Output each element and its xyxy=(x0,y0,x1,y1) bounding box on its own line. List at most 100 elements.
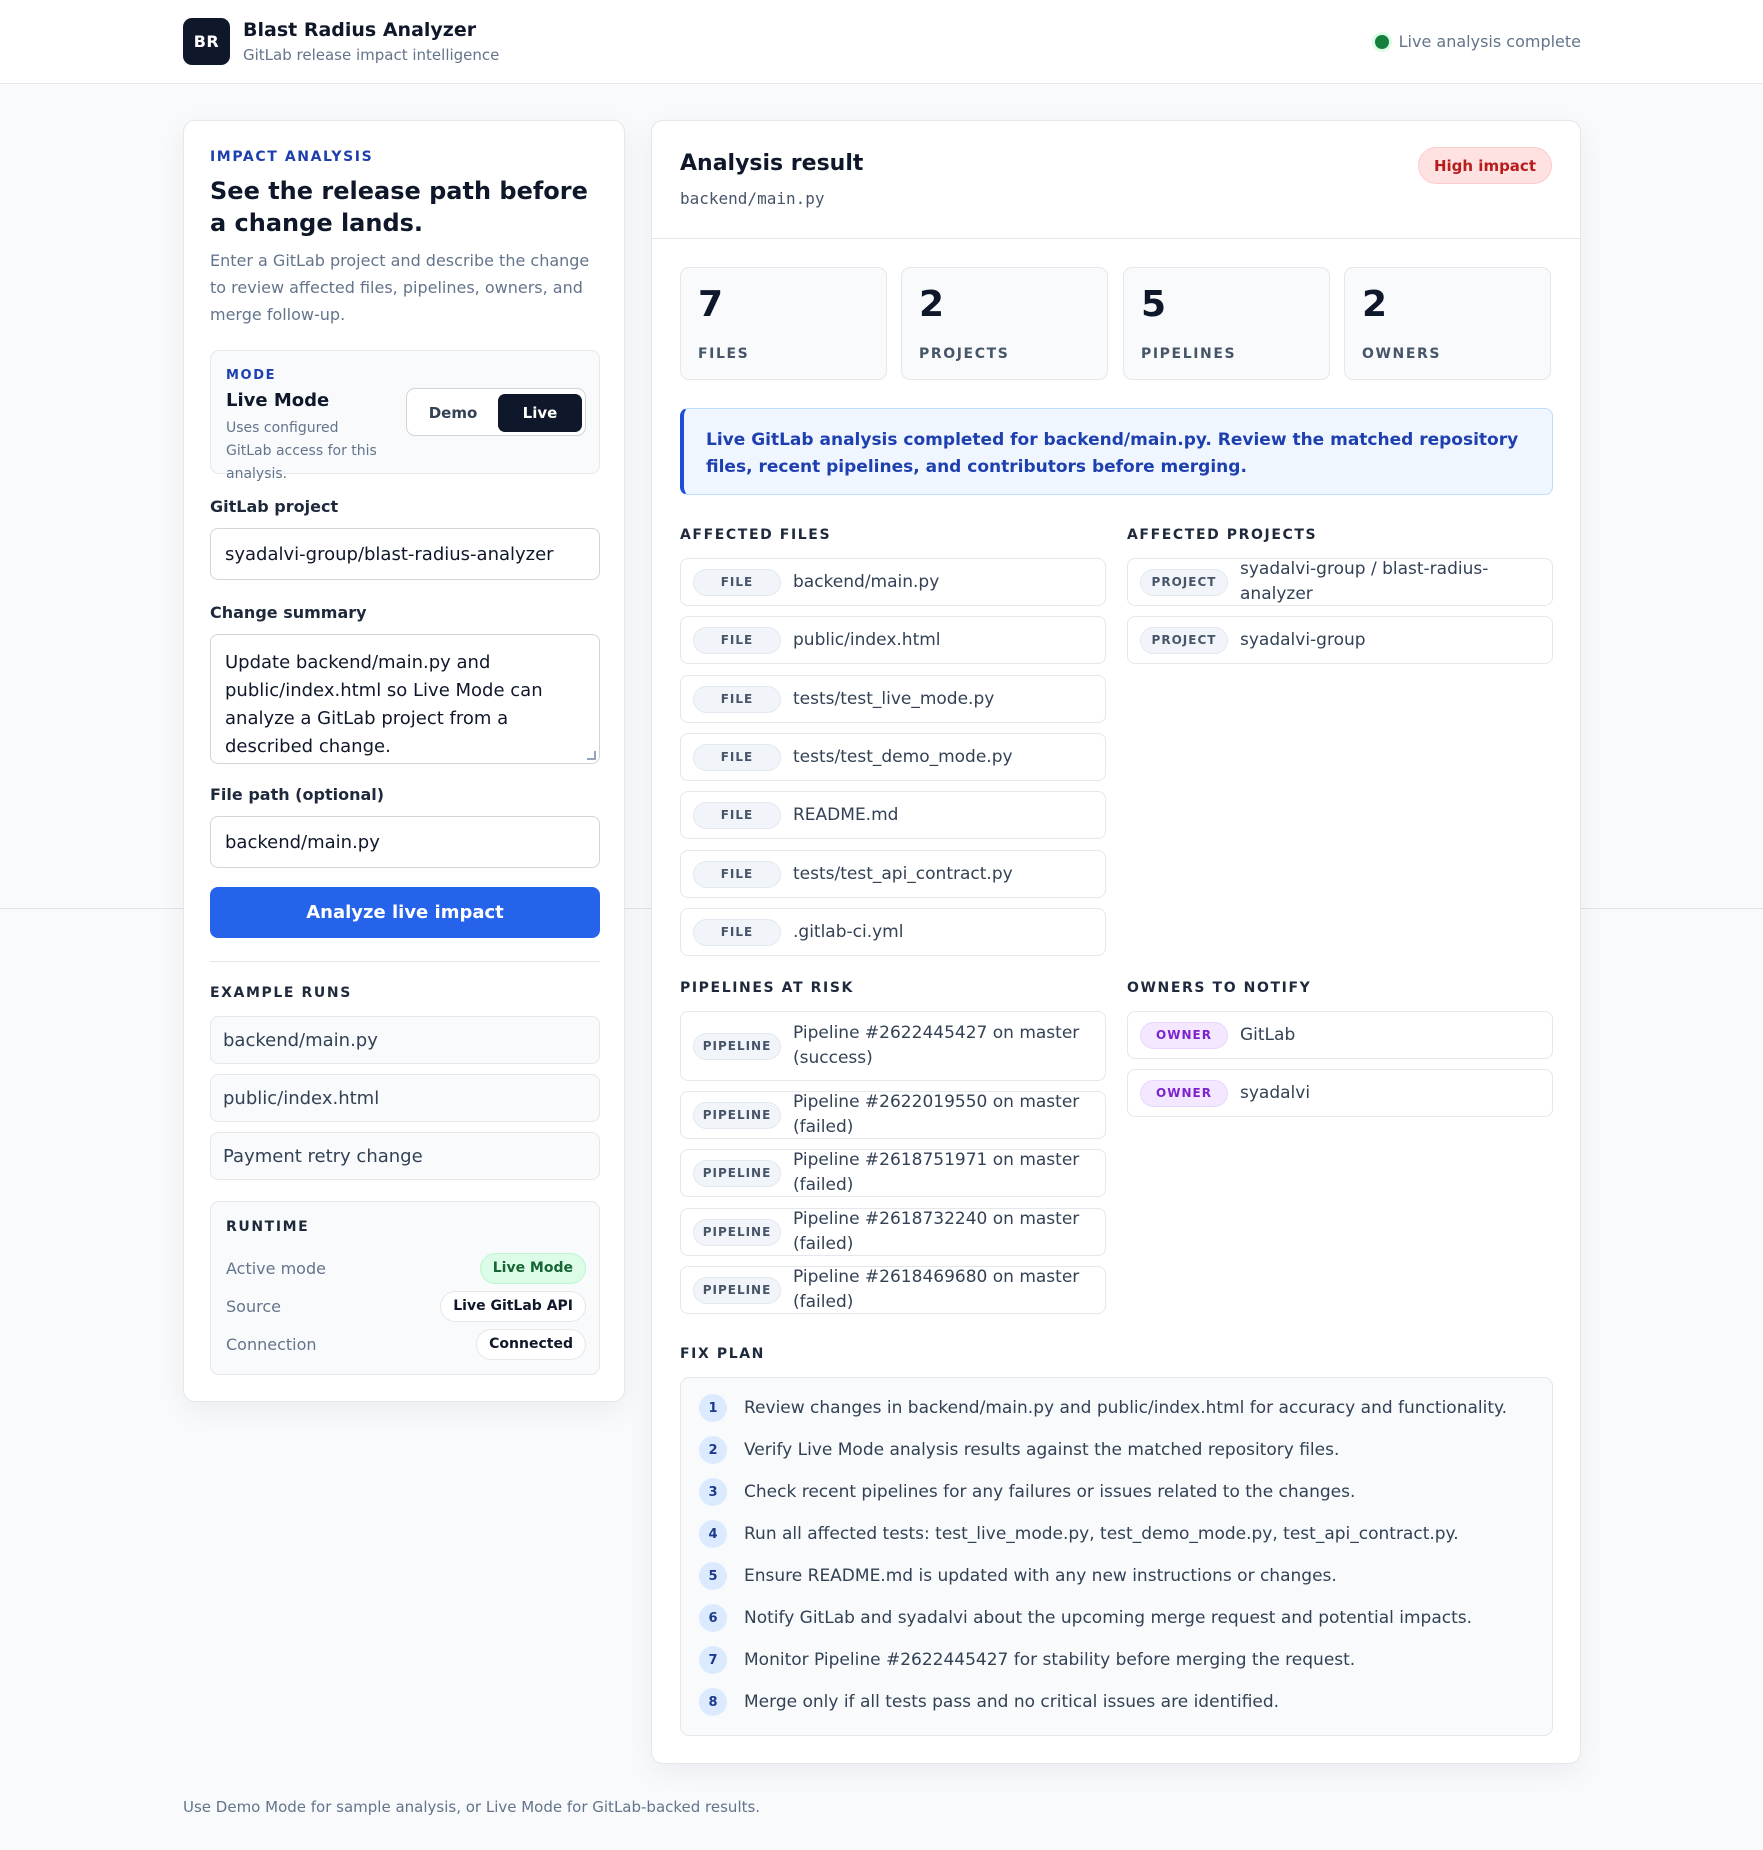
active-mode-badge: Live Mode xyxy=(479,1252,586,1284)
mode-card: MODE Live Mode Uses configured GitLab ac… xyxy=(210,350,600,482)
mode-toggle: Demo Live xyxy=(406,388,586,436)
file-name: README.md xyxy=(793,804,899,825)
affected-file-item: FILE tests/test_live_mode.py xyxy=(680,675,1106,723)
result-path: backend/main.py xyxy=(680,189,825,208)
file-name: backend/main.py xyxy=(793,571,940,592)
stat-files: 7 FILES xyxy=(680,267,887,380)
owner-name: GitLab xyxy=(1240,1024,1296,1045)
stat-value: 2 xyxy=(1362,284,1388,325)
project-tag: PROJECT xyxy=(1140,626,1228,654)
step-text: Run all affected tests: test_live_mode.p… xyxy=(744,1524,1459,1544)
example-run-button[interactable]: public/index.html xyxy=(210,1074,600,1122)
top-bar: BR Blast Radius Analyzer GitLab release … xyxy=(0,0,1763,84)
affected-file-item: FILE backend/main.py xyxy=(680,558,1106,606)
mode-name: Live Mode xyxy=(226,390,330,411)
step-number: 1 xyxy=(699,1394,727,1422)
affected-file-item: FILE README.md xyxy=(680,791,1106,839)
file-name: public/index.html xyxy=(793,629,941,650)
fix-plan-step: 7 Monitor Pipeline #2622445427 for stabi… xyxy=(699,1645,1539,1675)
project-tag: PROJECT xyxy=(1140,568,1228,596)
file-tag: FILE xyxy=(693,860,781,888)
pipeline-item: PIPELINE Pipeline #2622445427 on master … xyxy=(680,1011,1106,1081)
step-text: Verify Live Mode analysis results agains… xyxy=(744,1440,1340,1460)
file-tag: FILE xyxy=(693,801,781,829)
summary-textarea[interactable]: Update backend/main.py and public/index.… xyxy=(210,634,600,764)
owner-item: OWNER GitLab xyxy=(1127,1011,1553,1059)
analysis-status: Live analysis complete xyxy=(1374,32,1581,51)
pipeline-tag: PIPELINE xyxy=(693,1218,781,1246)
stat-label: FILES xyxy=(698,346,750,362)
pipeline-name: Pipeline #2618751971 on master (failed) xyxy=(793,1150,1080,1195)
example-run-button[interactable]: backend/main.py xyxy=(210,1016,600,1064)
pipeline-tag: PIPELINE xyxy=(693,1101,781,1129)
project-input[interactable]: syadalvi-group/blast-radius-analyzer xyxy=(210,528,600,580)
examples-label: EXAMPLE RUNS xyxy=(210,985,352,1001)
owner-tag: OWNER xyxy=(1140,1079,1228,1107)
file-tag: FILE xyxy=(693,568,781,596)
resize-handle-icon[interactable] xyxy=(587,751,596,760)
result-divider xyxy=(652,238,1580,239)
form-divider xyxy=(210,961,600,962)
analysis-result-panel: Analysis result backend/main.py High imp… xyxy=(651,120,1581,1764)
owners-label: OWNERS TO NOTIFY xyxy=(1127,980,1312,996)
affected-file-item: FILE public/index.html xyxy=(680,616,1106,664)
pipeline-name: Pipeline #2618469680 on master (failed) xyxy=(793,1267,1080,1312)
file-tag: FILE xyxy=(693,743,781,771)
pipeline-tag: PIPELINE xyxy=(693,1159,781,1187)
project-label: GitLab project xyxy=(210,497,339,516)
stat-projects: 2 PROJECTS xyxy=(901,267,1108,380)
runtime-key: Source xyxy=(226,1296,281,1316)
affected-file-item: FILE .gitlab-ci.yml xyxy=(680,908,1106,956)
app-subtitle: GitLab release impact intelligence xyxy=(243,46,500,64)
file-name: .gitlab-ci.yml xyxy=(793,921,904,942)
runtime-row-connection: Connection Connected xyxy=(226,1328,586,1360)
summary-text: Update backend/main.py and public/index.… xyxy=(225,652,543,757)
summary-label: Change summary xyxy=(210,603,367,622)
runtime-label: RUNTIME xyxy=(226,1219,310,1235)
fix-plan-step: 8 Merge only if all tests pass and no cr… xyxy=(699,1687,1539,1717)
mode-description: Uses configured GitLab access for this a… xyxy=(226,420,377,482)
affected-projects-label: AFFECTED PROJECTS xyxy=(1127,527,1318,543)
fix-plan-step: 1 Review changes in backend/main.py and … xyxy=(699,1393,1539,1423)
pipeline-name: Pipeline #2622019550 on master (failed) xyxy=(793,1092,1080,1137)
step-number: 5 xyxy=(699,1562,727,1590)
file-tag: FILE xyxy=(693,626,781,654)
owner-item: OWNER syadalvi xyxy=(1127,1069,1553,1117)
analyze-live-impact-button[interactable]: Analyze live impact xyxy=(210,887,600,938)
stat-label: OWNERS xyxy=(1362,346,1442,362)
fix-plan-step: 2 Verify Live Mode analysis results agai… xyxy=(699,1435,1539,1465)
mode-eyebrow: MODE xyxy=(226,368,277,383)
app-title: Blast Radius Analyzer xyxy=(243,19,477,41)
project-name: syadalvi-group xyxy=(1240,629,1366,650)
stat-label: PROJECTS xyxy=(919,346,1010,362)
stat-value: 7 xyxy=(698,284,724,325)
affected-project-item: PROJECT syadalvi-group / blast-radius-an… xyxy=(1127,558,1553,606)
pipeline-item: PIPELINE Pipeline #2618732240 on master … xyxy=(680,1208,1106,1256)
fix-plan-label: FIX PLAN xyxy=(680,1346,765,1362)
live-mode-button[interactable]: Live xyxy=(498,394,582,432)
pipelines-label: PIPELINES AT RISK xyxy=(680,980,854,996)
example-run-button[interactable]: Payment retry change xyxy=(210,1132,600,1180)
step-number: 2 xyxy=(699,1436,727,1464)
pipeline-item: PIPELINE Pipeline #2618469680 on master … xyxy=(680,1266,1106,1314)
fix-plan-step: 5 Ensure README.md is updated with any n… xyxy=(699,1561,1539,1591)
pipeline-item: PIPELINE Pipeline #2618751971 on master … xyxy=(680,1149,1106,1197)
affected-project-item: PROJECT syadalvi-group xyxy=(1127,616,1553,664)
demo-mode-button[interactable]: Demo xyxy=(413,394,493,432)
file-tag: FILE xyxy=(693,918,781,946)
runtime-key: Active mode xyxy=(226,1258,326,1278)
connection-badge: Connected xyxy=(476,1328,586,1360)
form-title: See the release path before a change lan… xyxy=(210,177,588,237)
fix-plan-step: 6 Notify GitLab and syadalvi about the u… xyxy=(699,1603,1539,1633)
step-text: Notify GitLab and syadalvi about the upc… xyxy=(744,1608,1473,1628)
form-description: Enter a GitLab project and describe the … xyxy=(210,251,590,324)
stat-value: 5 xyxy=(1141,284,1167,325)
step-text: Ensure README.md is updated with any new… xyxy=(744,1566,1337,1586)
affected-files-label: AFFECTED FILES xyxy=(680,527,832,543)
step-text: Merge only if all tests pass and no crit… xyxy=(744,1692,1280,1712)
owner-name: syadalvi xyxy=(1240,1082,1311,1103)
stat-pipelines: 5 PIPELINES xyxy=(1123,267,1330,380)
file-name: tests/test_live_mode.py xyxy=(793,688,995,709)
stat-owners: 2 OWNERS xyxy=(1344,267,1551,380)
filepath-input[interactable]: backend/main.py xyxy=(210,816,600,868)
